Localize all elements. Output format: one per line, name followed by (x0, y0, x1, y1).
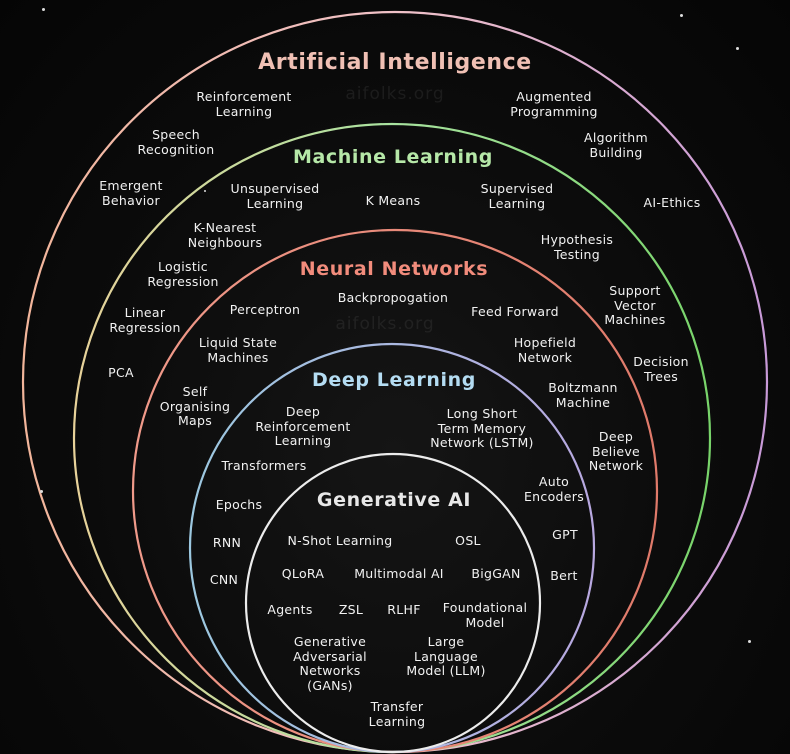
star-decoration (748, 640, 751, 643)
nn-item: Feed Forward (471, 304, 559, 319)
ai-item: Speech Recognition (137, 127, 215, 157)
nn-item: Hopefield Network (513, 335, 577, 365)
gen-item: RLHF (387, 602, 421, 617)
star-decoration (680, 14, 683, 17)
title-deep-learning: Deep Learning (312, 369, 476, 391)
ml-item: Supervised Learning (480, 181, 554, 211)
ai-item: Algorithm Building (584, 130, 648, 160)
nn-item: Backpropogation (337, 290, 449, 305)
star-decoration (40, 490, 43, 493)
gen-item: Foundational Model (442, 600, 528, 630)
gen-item: ZSL (338, 602, 364, 617)
star-decoration (42, 8, 45, 11)
gen-item: Generative Adversarial Networks (GANs) (293, 634, 367, 693)
watermark: aifolks.org (345, 84, 445, 104)
title-neural-networks: Neural Networks (299, 258, 489, 280)
dl-item: GPT (552, 527, 578, 542)
nn-item: Boltzmann Machine (548, 380, 618, 410)
gen-item: Large Language Model (LLM) (406, 634, 486, 678)
ml-item: K-Nearest Neighbours (187, 220, 263, 250)
title-machine-learning: Machine Learning (292, 146, 494, 168)
ml-item: PCA (108, 365, 134, 380)
gen-item: Multimodal AI (354, 566, 444, 581)
gen-item: N-Shot Learning (287, 533, 393, 548)
gen-item: BigGAN (471, 566, 521, 581)
gen-item: Transfer Learning (368, 699, 426, 729)
dl-item: Transformers (221, 458, 307, 473)
gen-item: QLoRA (281, 566, 325, 581)
dl-item: Auto Encoders (523, 474, 585, 504)
gen-item: Agents (267, 602, 313, 617)
dl-item: Bert (550, 568, 578, 583)
ai-item: Reinforcement Learning (196, 89, 292, 119)
nn-item: Perceptron (229, 302, 301, 317)
ml-item: Linear Regression (109, 305, 181, 335)
ml-item: Unsupervised Learning (230, 181, 320, 211)
title-generative-ai: Generative AI (316, 489, 472, 511)
watermark: aifolks.org (335, 314, 435, 334)
dl-item: Deep Reinforcement Learning (255, 404, 351, 448)
ml-item: Hypothesis Testing (540, 232, 614, 262)
title-artificial-intelligence: Artificial Intelligence (258, 50, 532, 75)
ai-item: AI-Ethics (643, 195, 701, 210)
gen-item: OSL (455, 533, 481, 548)
dl-item: Long Short Term Memory Network (LSTM) (430, 406, 534, 450)
dl-item: Epochs (215, 497, 263, 512)
dl-item: RNN (212, 535, 242, 550)
ai-item: Emergent Behavior (99, 178, 163, 208)
ml-item: K Means (365, 193, 421, 208)
ai-nested-diagram: aifolks.org aifolks.org Artificial Intel… (0, 0, 790, 754)
ml-item: Logistic Regression (147, 259, 219, 289)
nn-item: Self Organising Maps (159, 384, 231, 428)
star-decoration (736, 47, 739, 50)
ai-item: Augmented Programming (510, 89, 598, 119)
ml-item: Support Vector Machines (604, 283, 666, 327)
nn-item: Liquid State Machines (198, 335, 278, 365)
star-decoration (204, 190, 206, 192)
dl-item: CNN (209, 572, 239, 587)
ml-item: Decision Trees (633, 354, 689, 384)
nn-item: Deep Believe Network (588, 429, 644, 473)
